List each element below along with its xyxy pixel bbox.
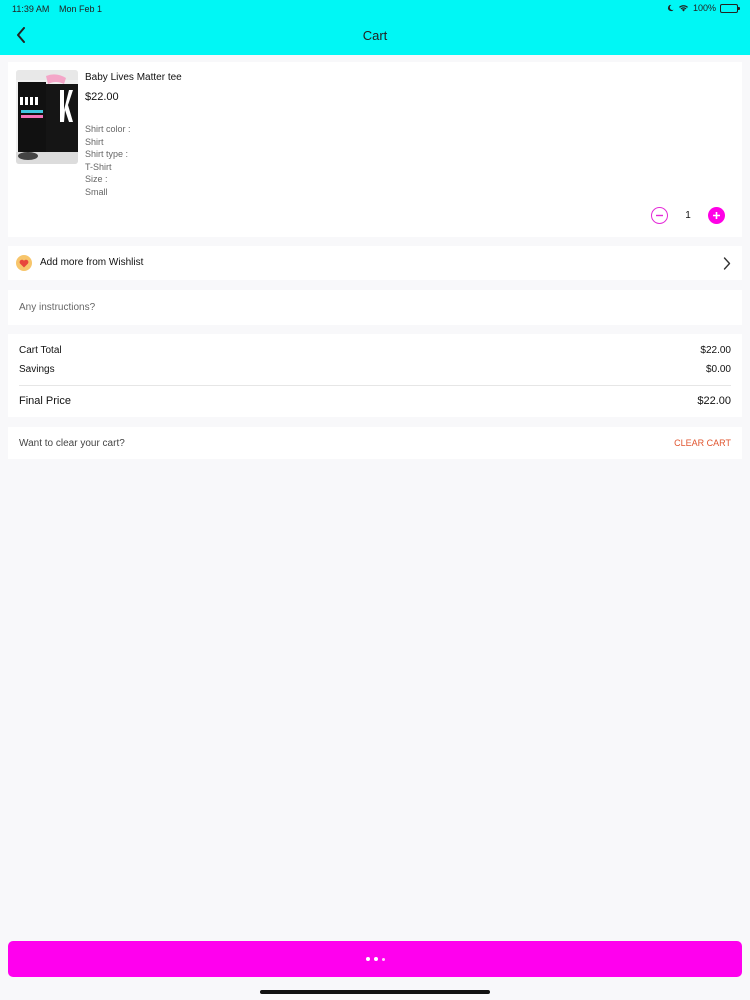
page-title: Cart <box>362 28 388 43</box>
attr-label: Size : <box>85 174 108 184</box>
final-price-label: Final Price <box>19 395 71 407</box>
product-image[interactable] <box>16 70 78 164</box>
loading-dot <box>381 957 385 961</box>
cart-total-label: Cart Total <box>19 345 62 356</box>
cart-item: Baby Lives Matter tee $22.00 Shirt color… <box>8 62 742 237</box>
status-date: Mon Feb 1 <box>59 4 103 14</box>
clear-cart-row: Want to clear your cart? CLEAR CART <box>8 427 742 459</box>
cart-total-row: Cart Total $22.00 <box>19 345 731 356</box>
clear-cart-button[interactable]: CLEAR CART <box>674 438 731 448</box>
attr-value: T-Shirt <box>85 161 112 172</box>
top-bar: 11:39 AM Mon Feb 1 100% Cart <box>0 0 750 55</box>
product-attributes: Shirt color : Shirt Shirt type : T-Shirt… <box>85 123 131 198</box>
final-price-row: Final Price $22.00 <box>19 395 731 407</box>
attr-value: Shirt <box>85 136 104 147</box>
minus-icon <box>656 214 663 217</box>
battery-icon <box>720 3 740 13</box>
instructions-card <box>8 290 742 325</box>
wishlist-row[interactable]: Add more from Wishlist <box>8 246 742 280</box>
moon-icon <box>667 4 674 12</box>
status-bar: 11:39 AM Mon Feb 1 100% <box>0 0 750 18</box>
quantity-stepper: 1 <box>651 207 725 224</box>
attr-value: Small <box>85 186 108 197</box>
instructions-input[interactable] <box>8 290 742 325</box>
increase-quantity-button[interactable] <box>708 207 725 224</box>
product-price: $22.00 <box>85 91 119 103</box>
plus-icon <box>713 212 720 219</box>
loading-dot <box>365 957 370 961</box>
home-indicator[interactable] <box>260 990 490 994</box>
product-name[interactable]: Baby Lives Matter tee <box>85 72 182 83</box>
savings-row: Savings $0.00 <box>19 364 731 375</box>
battery-percent: 100% <box>692 3 716 13</box>
status-indicators: 100% <box>667 3 740 13</box>
clear-cart-prompt: Want to clear your cart? <box>19 438 125 449</box>
savings-value: $0.00 <box>705 364 731 375</box>
price-summary: Cart Total $22.00 Savings $0.00 Final Pr… <box>8 334 742 417</box>
loading-dot <box>373 957 378 961</box>
savings-label: Savings <box>19 364 55 375</box>
attr-label: Shirt color : <box>85 124 131 134</box>
chevron-right-icon <box>720 255 734 271</box>
cart-total-value: $22.00 <box>700 345 731 356</box>
wishlist-label: Add more from Wishlist <box>40 257 144 268</box>
quantity-value: 1 <box>685 210 691 221</box>
checkout-button[interactable] <box>8 941 742 977</box>
decrease-quantity-button[interactable] <box>651 207 668 224</box>
wifi-icon <box>679 5 688 12</box>
divider <box>19 385 731 386</box>
attr-label: Shirt type : <box>85 149 129 159</box>
final-price-value: $22.00 <box>697 395 731 407</box>
heart-icon <box>16 255 32 271</box>
status-time: 11:39 AM <box>12 4 50 14</box>
